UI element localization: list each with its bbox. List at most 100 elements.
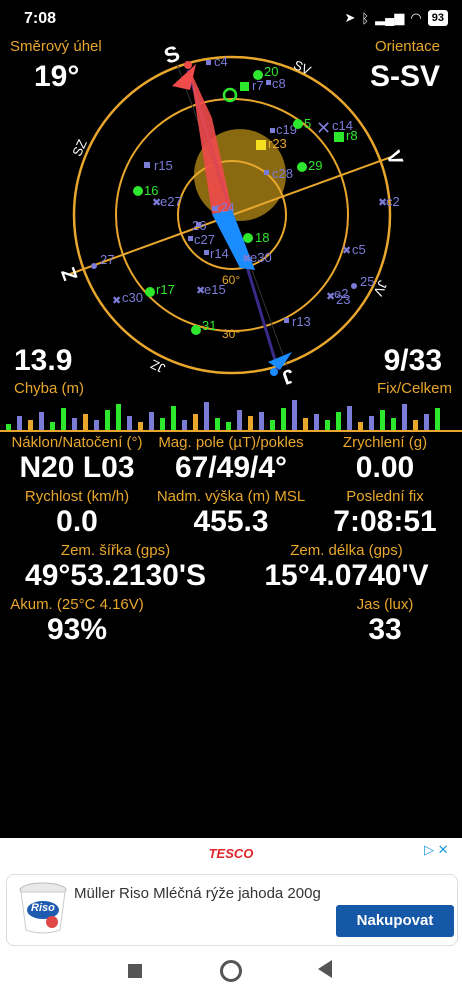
satellite-marker: ✖ c5 bbox=[342, 242, 366, 257]
light-label: Jas (lux) bbox=[356, 596, 414, 613]
satellite-marker: ✖e27 bbox=[152, 194, 182, 209]
svg-text:25: 25 bbox=[360, 274, 374, 289]
satellite-marker: 23 bbox=[336, 292, 350, 307]
signal-bar bbox=[237, 410, 242, 430]
ad-title[interactable]: Müller Riso Mléčná rýže jahoda 200g bbox=[74, 884, 324, 904]
accel-label: Zrychlení (g) bbox=[342, 434, 428, 451]
dir-north: S bbox=[161, 40, 183, 69]
satellite-marker: ✖e15 bbox=[196, 282, 226, 297]
lastfix-label: Poslední fix bbox=[346, 488, 424, 505]
mag-value: 67/49/4° bbox=[174, 451, 288, 484]
signal-bar bbox=[226, 422, 231, 430]
signal-bar bbox=[325, 420, 330, 430]
signal-bar bbox=[215, 418, 220, 430]
signal-bar bbox=[358, 422, 363, 430]
altitude-cell: Nadm. výška (m) MSL 455.3 bbox=[154, 488, 308, 539]
signal-icon: ▂▄▆ bbox=[375, 10, 405, 25]
svg-text:e15: e15 bbox=[204, 282, 226, 297]
signal-bar bbox=[50, 422, 55, 430]
svg-text:r24: r24 bbox=[216, 200, 235, 215]
ad-choices-icon[interactable]: ▷ ✕ bbox=[424, 842, 449, 858]
product-text: Riso bbox=[31, 902, 55, 914]
svg-text:r13: r13 bbox=[292, 314, 311, 329]
light-value: 33 bbox=[368, 613, 402, 646]
tilt-cell: Náklon/Natočení (°) N20 L03 bbox=[0, 434, 154, 485]
satellite-marker: r24 bbox=[212, 200, 235, 215]
battery-cell: Akum. (25°C 4.16V) 93% bbox=[0, 596, 154, 647]
signal-bar bbox=[94, 420, 99, 430]
signal-bar bbox=[248, 416, 253, 430]
back-button[interactable] bbox=[318, 960, 332, 978]
signal-bar bbox=[314, 414, 319, 430]
signal-bar bbox=[116, 404, 121, 430]
ad-brand: TESCO bbox=[208, 846, 254, 861]
altitude-value: 455.3 bbox=[193, 505, 269, 538]
wifi-icon: ◠ bbox=[410, 10, 422, 25]
signal-bar bbox=[435, 408, 440, 430]
svg-text:29: 29 bbox=[308, 158, 322, 173]
dir-sw: JZ bbox=[148, 357, 167, 377]
svg-text:c2: c2 bbox=[386, 194, 400, 209]
bluetooth-icon: ᛒ bbox=[361, 10, 370, 26]
svg-text:e30: e30 bbox=[250, 250, 272, 265]
svg-text:r8: r8 bbox=[346, 128, 358, 143]
svg-text:r15: r15 bbox=[154, 158, 173, 173]
svg-text:✖: ✖ bbox=[342, 245, 351, 257]
status-bar: 7:08 ➤ ᛒ ▂▄▆ ◠ 93 bbox=[0, 0, 462, 38]
north-marker bbox=[184, 61, 192, 69]
svg-text:18: 18 bbox=[255, 230, 269, 245]
svg-text:5: 5 bbox=[304, 116, 311, 131]
accel-cell: Zrychlení (g) 0.00 bbox=[308, 434, 462, 485]
svg-text:c5: c5 bbox=[352, 242, 366, 257]
tilt-label: Náklon/Natočení (°) bbox=[11, 434, 143, 451]
signal-bar bbox=[391, 418, 396, 430]
signal-bar bbox=[259, 412, 264, 430]
fix-label: Fix/Celkem bbox=[376, 380, 452, 397]
svg-text:26: 26 bbox=[192, 218, 206, 233]
signal-bar bbox=[171, 406, 176, 430]
signal-bar bbox=[380, 410, 385, 430]
accel-value: 0.00 bbox=[355, 451, 415, 484]
satellite-marker: ✖ c30 bbox=[112, 290, 143, 307]
tilt-value: N20 L03 bbox=[19, 451, 135, 484]
svg-text:27: 27 bbox=[100, 252, 114, 267]
battery-value: 93% bbox=[46, 613, 108, 646]
signal-bar bbox=[105, 410, 110, 430]
svg-text:16: 16 bbox=[144, 183, 158, 198]
longitude-label: Zem. délka (gps) bbox=[290, 542, 403, 559]
signal-bar bbox=[61, 408, 66, 430]
longitude-value: 15°4.0740'V bbox=[264, 559, 429, 592]
dir-ne: SV bbox=[291, 57, 313, 78]
light-cell: Jas (lux) 33 bbox=[308, 596, 462, 647]
lastfix-cell: Poslední fix 7:08:51 bbox=[308, 488, 462, 539]
satellite-marker: 18 bbox=[243, 230, 269, 245]
signal-bar bbox=[127, 416, 132, 430]
signal-bar bbox=[336, 412, 341, 430]
satellite-marker: r15 bbox=[144, 158, 173, 173]
signal-bar bbox=[39, 412, 44, 430]
svg-text:r7: r7 bbox=[252, 78, 264, 93]
location-icon: ➤ bbox=[344, 10, 356, 25]
satellite-marker: 31 bbox=[191, 318, 216, 335]
signal-bar bbox=[347, 406, 352, 430]
svg-text:e27: e27 bbox=[160, 194, 182, 209]
status-time: 7:08 bbox=[24, 10, 57, 27]
satellite-marker: r17 bbox=[145, 282, 175, 297]
svg-text:c30: c30 bbox=[122, 290, 143, 305]
satellite-marker: r7 bbox=[240, 78, 264, 93]
shop-button[interactable]: Nakupovat bbox=[336, 905, 454, 937]
recents-button[interactable] bbox=[128, 964, 142, 978]
fix-value: 9/33 bbox=[383, 344, 442, 377]
dir-west: Z bbox=[58, 264, 83, 283]
home-button[interactable] bbox=[220, 960, 242, 982]
signal-bar bbox=[303, 418, 308, 430]
navigation-bar bbox=[0, 948, 462, 1000]
svg-text:✖: ✖ bbox=[112, 295, 121, 307]
position-marker bbox=[256, 140, 266, 150]
signal-bar bbox=[204, 402, 209, 430]
signal-bar bbox=[413, 420, 418, 430]
signal-bar bbox=[402, 404, 407, 430]
satellite-marker: 29 bbox=[297, 158, 322, 173]
product-image: Riso bbox=[18, 880, 68, 936]
latitude-label: Zem. šířka (gps) bbox=[60, 542, 171, 559]
